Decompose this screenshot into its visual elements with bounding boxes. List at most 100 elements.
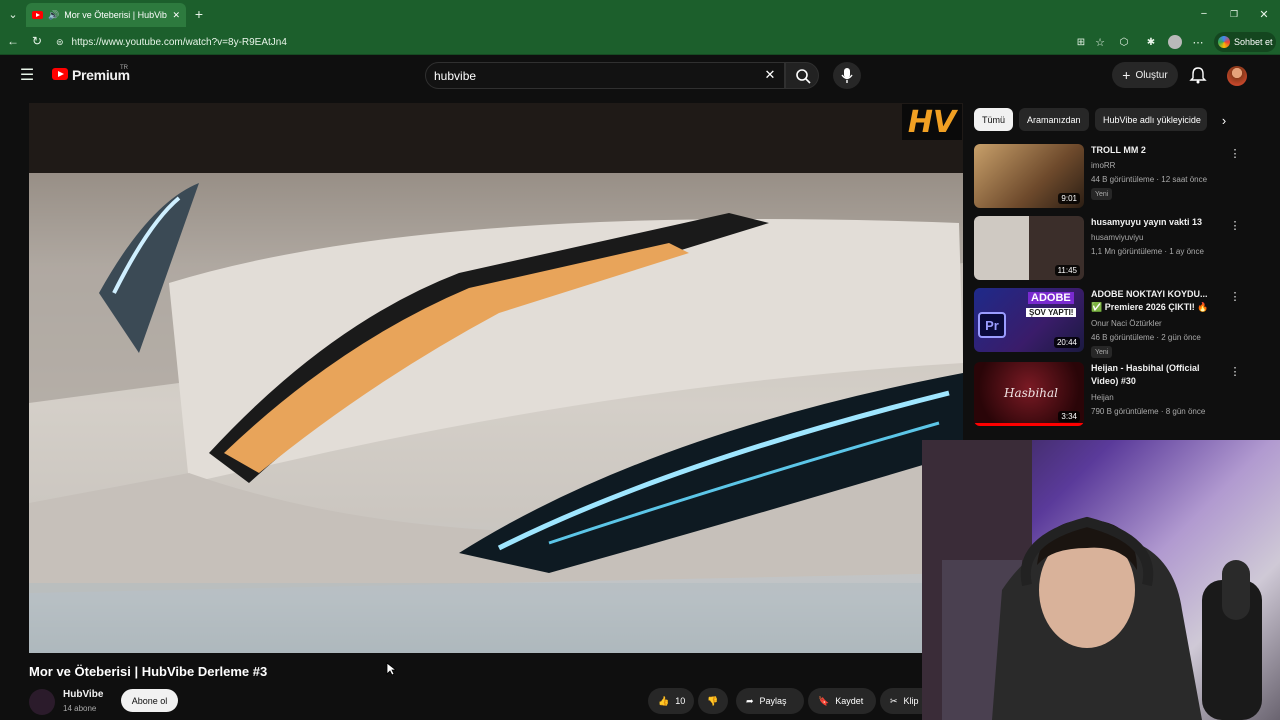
voice-search-button[interactable] bbox=[833, 62, 861, 89]
bookmark-star-icon[interactable]: ☆ bbox=[1093, 35, 1107, 49]
thumbnail-text: ŞOV YAPTI! bbox=[1026, 308, 1077, 317]
new-badge: Yeni bbox=[1091, 188, 1113, 200]
minimize-button[interactable]: − bbox=[1196, 6, 1212, 22]
recommendation-thumbnail[interactable]: 11:45 bbox=[974, 216, 1084, 280]
tab-title: Mor ve Öteberisi | HubVibe De bbox=[64, 10, 167, 20]
thumbs-up-icon: 👍 bbox=[658, 695, 670, 706]
recommendation-meta: 46 B görüntüleme · 2 gün önce bbox=[1091, 333, 1201, 342]
profile-avatar[interactable] bbox=[1168, 35, 1182, 49]
webcam-overlay bbox=[922, 440, 1280, 720]
microphone-icon bbox=[841, 68, 853, 83]
extension-icon[interactable]: ⬡ bbox=[1117, 35, 1131, 49]
maximize-button[interactable]: ❐ bbox=[1226, 6, 1242, 22]
more-options-icon[interactable]: ⋮ bbox=[1229, 364, 1241, 378]
recommendation-title[interactable]: Heijan - Hasbihal (Official Video) #30 bbox=[1091, 362, 1213, 388]
duration-badge: 9:01 bbox=[1058, 193, 1080, 204]
streamer-image bbox=[922, 440, 1262, 720]
clip-label: Klip bbox=[903, 696, 919, 706]
video-player[interactable] bbox=[29, 103, 963, 653]
create-button[interactable]: + Oluştur bbox=[1112, 62, 1178, 88]
like-count: 10 bbox=[675, 696, 686, 706]
video-frame-car bbox=[29, 103, 963, 653]
duration-badge: 11:45 bbox=[1054, 265, 1080, 276]
browser-tab-bar: ⌄ 🔊 Mor ve Öteberisi | HubVibe De ✕ + − … bbox=[0, 0, 1280, 29]
recommendation-meta: 790 B görüntüleme · 8 gün önce bbox=[1091, 407, 1206, 416]
youtube-favicon-icon bbox=[32, 11, 43, 19]
thumbs-down-icon: 👎 bbox=[707, 695, 719, 706]
search-input[interactable]: hubvibe bbox=[425, 62, 785, 89]
chat-button[interactable]: Sohbet et bbox=[1214, 32, 1276, 52]
recommendation-meta: 44 B görüntüleme · 12 saat önce bbox=[1091, 175, 1208, 184]
channel-name[interactable]: HubVibe bbox=[63, 689, 103, 700]
bookmark-icon: 🔖 bbox=[818, 695, 830, 706]
duration-badge: 3:34 bbox=[1058, 411, 1080, 422]
recommendation-title[interactable]: ADOBE NOKTAYI KOYDU... ✅ Premiere 2026 Ç… bbox=[1091, 288, 1213, 314]
more-options-icon[interactable]: ⋮ bbox=[1229, 289, 1241, 303]
account-avatar[interactable] bbox=[1227, 66, 1247, 86]
more-menu-icon[interactable]: ⋯ bbox=[1191, 35, 1205, 49]
search-button[interactable] bbox=[785, 62, 819, 89]
reload-icon[interactable]: ↻ bbox=[30, 34, 44, 48]
recommendation-channel[interactable]: imoRR bbox=[1091, 161, 1115, 170]
clip-button[interactable]: ✂ Klip bbox=[880, 688, 922, 714]
video-title: Mor ve Öteberisi | HubVibe Derleme #3 bbox=[29, 664, 268, 679]
plus-icon: + bbox=[1122, 67, 1131, 83]
hamburger-menu-icon[interactable]: ☰ bbox=[18, 66, 36, 84]
recommendation-title[interactable]: husamyuyu yayın vakti 13 bbox=[1091, 216, 1213, 229]
back-arrow-icon[interactable]: ← bbox=[6, 34, 20, 48]
channel-avatar[interactable] bbox=[29, 689, 55, 715]
dislike-button[interactable]: 👎 bbox=[698, 688, 728, 714]
save-button[interactable]: 🔖 Kaydet bbox=[808, 688, 876, 714]
subscribe-button[interactable]: Abone ol bbox=[121, 689, 178, 712]
new-badge: Yeni bbox=[1091, 346, 1113, 358]
tab-close-icon[interactable]: ✕ bbox=[172, 10, 180, 21]
thumbnail-text: Hasbihal bbox=[1004, 386, 1059, 400]
notifications-bell-icon[interactable] bbox=[1189, 66, 1207, 84]
create-label: Oluştur bbox=[1135, 69, 1168, 81]
recommendation-meta: 1,1 Mn görüntüleme · 1 ay önce bbox=[1091, 247, 1204, 256]
youtube-logo-icon[interactable] bbox=[52, 68, 68, 80]
site-info-icon[interactable]: ⊜ bbox=[56, 37, 64, 48]
save-label: Kaydet bbox=[835, 696, 864, 706]
close-window-button[interactable]: ✕ bbox=[1256, 6, 1272, 22]
recommendation-title[interactable]: TROLL MM 2 bbox=[1091, 144, 1213, 157]
search-icon bbox=[796, 69, 811, 84]
region-code: TR bbox=[120, 65, 128, 71]
thumbnail-text: ADOBE bbox=[1028, 292, 1074, 304]
chat-label: Sohbet et bbox=[1234, 37, 1273, 47]
speaker-icon[interactable]: 🔊 bbox=[48, 10, 59, 21]
more-options-icon[interactable]: ⋮ bbox=[1229, 146, 1241, 160]
share-arrow-icon: ➦ bbox=[746, 695, 754, 706]
url-field[interactable]: ⊜ https://www.youtube.com/watch?v=8y-R9E… bbox=[50, 32, 1210, 52]
recommendation-channel[interactable]: husamviyuviyu bbox=[1091, 233, 1143, 242]
new-tab-button[interactable]: + bbox=[192, 6, 206, 22]
duration-badge: 20:44 bbox=[1053, 337, 1080, 348]
install-app-icon[interactable]: ⊞ bbox=[1074, 35, 1088, 49]
premiere-logo-icon: Pr bbox=[978, 312, 1006, 338]
recommendation-thumbnail[interactable]: Pr ADOBE ŞOV YAPTI! 20:44 bbox=[974, 288, 1084, 352]
recommendation-channel[interactable]: Heijan bbox=[1091, 393, 1114, 402]
clear-search-icon[interactable]: ✕ bbox=[762, 67, 778, 83]
recommendation-channel[interactable]: Onur Naci Öztürkler bbox=[1091, 319, 1162, 328]
chip-all[interactable]: Tümü bbox=[974, 108, 1014, 131]
chip-from-search[interactable]: Aramanızdan bbox=[1019, 108, 1089, 131]
chip-uploader[interactable]: HubVibe adlı yükleyicide bbox=[1095, 108, 1207, 131]
hubvibe-watermark-logo: HV bbox=[902, 104, 962, 140]
browser-tab[interactable]: 🔊 Mor ve Öteberisi | HubVibe De ✕ bbox=[26, 3, 186, 27]
chips-next-chevron-icon[interactable]: › bbox=[1216, 112, 1232, 128]
mouse-cursor-icon bbox=[386, 662, 398, 676]
search-value: hubvibe bbox=[434, 68, 477, 83]
scissors-icon: ✂ bbox=[890, 695, 898, 706]
like-button[interactable]: 👍 10 bbox=[648, 688, 694, 714]
subscriber-count: 14 abone bbox=[63, 704, 97, 713]
extensions-puzzle-icon[interactable]: ✱ bbox=[1144, 35, 1158, 49]
tab-list-chevron-icon[interactable]: ⌄ bbox=[6, 7, 20, 21]
watched-progress-bar bbox=[974, 423, 1084, 426]
more-options-icon[interactable]: ⋮ bbox=[1229, 218, 1241, 232]
assistant-icon bbox=[1218, 36, 1230, 48]
recommendation-thumbnail[interactable]: Hasbihal 3:34 bbox=[974, 362, 1084, 426]
share-label: Paylaş bbox=[759, 696, 787, 706]
recommendation-thumbnail[interactable]: 9:01 bbox=[974, 144, 1084, 208]
share-button[interactable]: ➦ Paylaş bbox=[736, 688, 804, 714]
url-text: https://www.youtube.com/watch?v=8y-R9EAt… bbox=[71, 36, 287, 48]
